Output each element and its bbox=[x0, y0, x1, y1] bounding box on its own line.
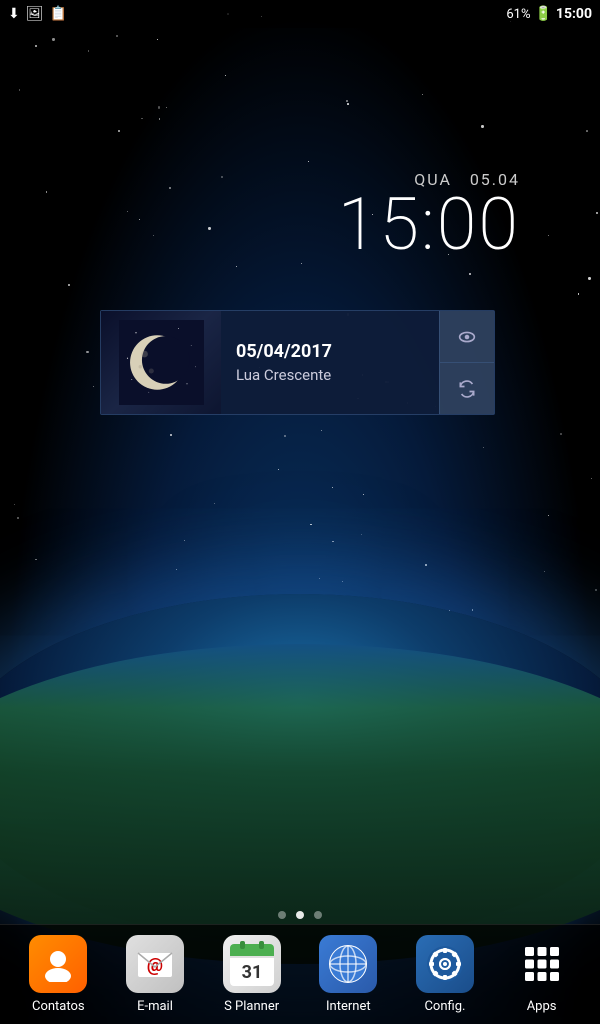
apps-label: Apps bbox=[527, 999, 557, 1014]
status-right: 61% 🔋 15:00 bbox=[506, 6, 592, 22]
page-dot-1[interactable] bbox=[278, 911, 286, 919]
page-dot-3[interactable] bbox=[314, 911, 322, 919]
moon-image-area bbox=[101, 311, 221, 414]
internet-icon bbox=[319, 935, 377, 993]
contatos-icon bbox=[29, 935, 87, 993]
dock-item-config[interactable]: Config. bbox=[405, 935, 485, 1014]
contatos-label: Contatos bbox=[32, 999, 85, 1014]
apps-icon bbox=[513, 935, 571, 993]
dock-item-internet[interactable]: Internet bbox=[308, 935, 388, 1014]
moon-date: 05/04/2017 bbox=[236, 341, 424, 362]
splanner-icon: 31 bbox=[223, 935, 281, 993]
bottom-dock: Contatos @ E-mail bbox=[0, 924, 600, 1024]
moon-refresh-button[interactable] bbox=[439, 363, 494, 414]
svg-text:31: 31 bbox=[241, 962, 262, 983]
moon-buttons bbox=[439, 311, 494, 414]
background bbox=[0, 0, 600, 1024]
download-icon: ⬇ bbox=[8, 6, 20, 22]
config-icon bbox=[416, 935, 474, 993]
moon-phase: Lua Crescente bbox=[236, 366, 424, 384]
dock-item-email[interactable]: @ E-mail bbox=[115, 935, 195, 1014]
moon-info: 05/04/2017 Lua Crescente bbox=[221, 311, 439, 414]
moon-image bbox=[119, 320, 204, 405]
page-indicators bbox=[0, 911, 600, 919]
page-dot-2[interactable] bbox=[296, 911, 304, 919]
clipboard-icon: 📋 bbox=[50, 6, 67, 22]
moon-eye-button[interactable] bbox=[439, 311, 494, 363]
status-bar: ⬇ 🖼 📋 61% 🔋 15:00 bbox=[0, 0, 600, 28]
moon-widget: 05/04/2017 Lua Crescente bbox=[100, 310, 495, 415]
status-left-icons: ⬇ 🖼 📋 bbox=[8, 6, 67, 22]
battery-percent: 61% bbox=[506, 7, 530, 22]
clock-display: 15:00 bbox=[0, 189, 520, 261]
status-time: 15:00 bbox=[556, 6, 592, 22]
email-label: E-mail bbox=[137, 999, 173, 1014]
config-label: Config. bbox=[424, 999, 465, 1014]
battery-icon: 🔋 bbox=[534, 6, 551, 22]
svg-text:@: @ bbox=[147, 955, 163, 976]
dock-item-contatos[interactable]: Contatos bbox=[18, 935, 98, 1014]
datetime-container: QUA 05.04 15:00 bbox=[0, 170, 600, 261]
splanner-label: S Planner bbox=[224, 999, 279, 1014]
internet-label: Internet bbox=[326, 999, 371, 1014]
dock-item-splanner[interactable]: 31 S Planner bbox=[212, 935, 292, 1014]
dock-item-apps[interactable]: Apps bbox=[502, 935, 582, 1014]
email-icon: @ bbox=[126, 935, 184, 993]
screenshot-icon: 🖼 bbox=[26, 6, 44, 22]
stars-layer bbox=[0, 0, 600, 614]
